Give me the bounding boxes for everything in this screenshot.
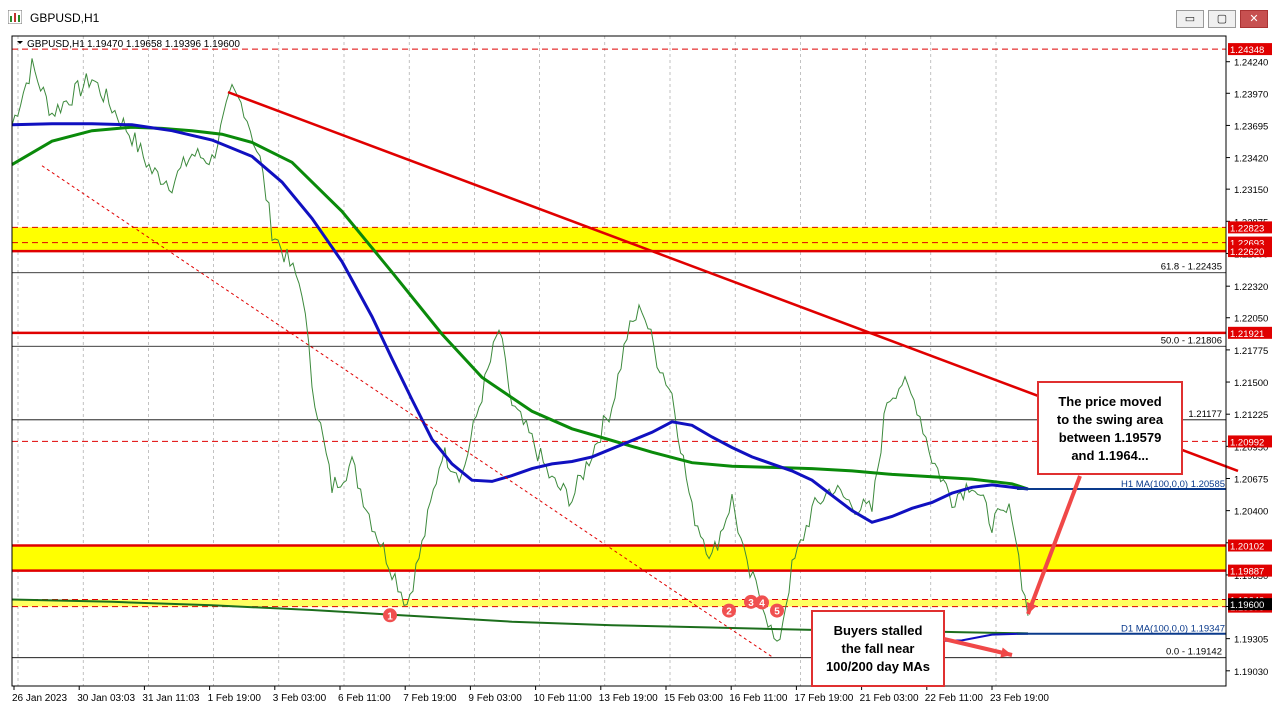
annotation-text: to the swing area [1057, 412, 1164, 427]
fib-label: 50.0 - 1.21806 [1161, 335, 1222, 346]
chart-ohlc: 1.19470 1.19658 1.19396 1.19600 [87, 39, 240, 50]
price-level-value: 1.20102 [1230, 541, 1264, 552]
y-tick-label: 1.21775 [1234, 346, 1268, 357]
annotation-text: the fall near [842, 641, 915, 656]
x-tick-label: 10 Feb 11:00 [534, 693, 593, 704]
y-tick-label: 1.21500 [1234, 378, 1268, 389]
y-tick-label: 1.23970 [1234, 89, 1268, 100]
x-tick-label: 30 Jan 03:03 [77, 693, 135, 704]
x-tick-label: 21 Feb 03:00 [860, 693, 919, 704]
x-tick-label: 7 Feb 19:00 [403, 693, 457, 704]
x-tick-label: 3 Feb 03:00 [273, 693, 327, 704]
fib-label: 1.21177 [1188, 409, 1222, 420]
x-tick-label: 6 Feb 11:00 [338, 693, 391, 704]
y-tick-label: 1.19030 [1234, 667, 1268, 678]
y-tick-label: 1.19305 [1234, 635, 1268, 646]
x-tick-label: 16 Feb 11:00 [729, 693, 788, 704]
window-title: GBPUSD,H1 [30, 11, 100, 25]
fib-label: 61.8 - 1.22435 [1161, 262, 1222, 273]
x-tick-label: 1 Feb 19:00 [208, 693, 262, 704]
minimize-button[interactable]: ▭ [1176, 10, 1204, 28]
pattern-marker-label: 3 [748, 598, 754, 609]
x-tick-label: 9 Feb 03:00 [468, 693, 522, 704]
price-level-value: 1.24348 [1230, 45, 1264, 56]
y-tick-label: 1.23420 [1234, 154, 1268, 165]
price-level-value: 1.20992 [1230, 437, 1264, 448]
price-level-value: 1.22823 [1230, 223, 1264, 234]
x-tick-label: 17 Feb 19:00 [794, 693, 853, 704]
x-tick-label: 26 Jan 2023 [12, 693, 67, 704]
y-tick-label: 1.24240 [1234, 58, 1268, 69]
pattern-marker-label: 1 [387, 611, 393, 622]
chart-symbol: GBPUSD,H1 [27, 39, 85, 50]
annotation-text: and 1.1964... [1071, 448, 1148, 463]
y-tick-label: 1.23150 [1234, 185, 1268, 196]
annotation-text: The price moved [1058, 394, 1161, 409]
x-tick-label: 23 Feb 19:00 [990, 693, 1049, 704]
y-tick-label: 1.22320 [1234, 282, 1268, 293]
current-price-value: 1.19600 [1230, 600, 1264, 611]
x-tick-label: 15 Feb 03:00 [664, 693, 723, 704]
restore-button[interactable]: ▢ [1208, 10, 1236, 28]
ma-label: D1 MA(100,0,0) 1.19347 [1121, 624, 1225, 635]
annotation-text: between 1.19579 [1059, 430, 1162, 445]
pattern-marker-label: 5 [774, 607, 780, 618]
y-tick-label: 1.22050 [1234, 314, 1268, 325]
x-tick-label: 13 Feb 19:00 [599, 693, 658, 704]
fib-label: 0.0 - 1.19142 [1166, 647, 1222, 658]
price-chart[interactable]: 61.8 - 1.22435 50.0 - 1.21806 1.21177 0.0 -… [0, 34, 1282, 721]
chart-window: GBPUSD,H1 ▭ ▢ ✕ 61.8 - 1.22435 50.0 - 1.2… [0, 0, 1282, 721]
pattern-marker-label: 4 [759, 598, 765, 609]
y-tick-label: 1.20400 [1234, 507, 1268, 518]
x-tick-label: 22 Feb 11:00 [925, 693, 984, 704]
pattern-marker-label: 2 [726, 607, 732, 618]
price-level-value: 1.21921 [1230, 329, 1264, 340]
y-tick-label: 1.21225 [1234, 410, 1268, 421]
close-button[interactable]: ✕ [1240, 10, 1268, 28]
price-level-value: 1.22620 [1230, 247, 1264, 258]
y-tick-label: 1.23695 [1234, 121, 1268, 132]
price-level-value: 1.19887 [1230, 567, 1264, 578]
annotation-text: Buyers stalled [834, 623, 923, 638]
window-titlebar: GBPUSD,H1 ▭ ▢ ✕ [0, 0, 1282, 35]
x-tick-label: 31 Jan 11:03 [142, 693, 200, 704]
annotation-text: 100/200 day MAs [826, 659, 930, 674]
y-tick-label: 1.20675 [1234, 474, 1268, 485]
ma-label: H1 MA(100,0,0) 1.20585 [1121, 479, 1225, 490]
chart-background [0, 34, 1282, 721]
chart-app-icon [8, 10, 22, 24]
